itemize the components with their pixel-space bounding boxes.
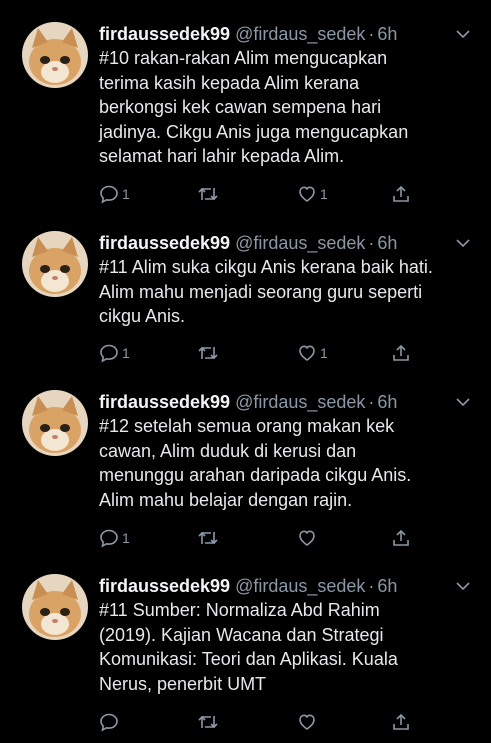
tweet-actions: 1 [99, 526, 424, 550]
display-name[interactable]: firdaussedek99 [99, 233, 230, 253]
share-button[interactable] [391, 526, 411, 550]
reply-count: 1 [122, 186, 130, 202]
like-count: 1 [320, 345, 328, 361]
share-button[interactable] [391, 182, 411, 206]
like-button[interactable] [297, 526, 320, 550]
retweet-icon [198, 715, 218, 729]
separator-dot: · [368, 576, 375, 596]
retweet-icon [198, 187, 218, 201]
retweet-button[interactable] [197, 341, 222, 365]
tweet-text: #10 rakan-rakan Alim mengucapkan terima … [99, 46, 484, 169]
timestamp[interactable]: 6h [377, 233, 397, 253]
cat-avatar-icon [22, 574, 88, 640]
chevron-down-icon[interactable] [455, 394, 471, 410]
display-name[interactable]: firdaussedek99 [99, 24, 230, 44]
tweet-text-line: #12 setelah semua orang makan kek [99, 416, 395, 436]
heart-icon [299, 345, 315, 361]
user-handle[interactable]: @firdaus_sedek [235, 576, 365, 596]
avatar[interactable] [22, 231, 88, 297]
share-button[interactable] [391, 341, 411, 365]
user-handle[interactable]: @firdaus_sedek [235, 24, 365, 44]
tweet-text-line: Komunikasi: Teori dan Aplikasi. Kuala [99, 649, 398, 669]
tweet-actions [99, 710, 424, 734]
timestamp[interactable]: 6h [377, 392, 397, 412]
tweet-header: firdaussedek99 @firdaus_sedek · 6h [99, 390, 479, 414]
separator-dot: · [368, 233, 375, 253]
tweet-text-line: #11 Alim suka cikgu Anis kerana baik hat… [99, 257, 433, 277]
retweet-icon [198, 346, 218, 360]
tweet-text: #11 Alim suka cikgu Anis kerana baik hat… [99, 255, 484, 329]
timestamp[interactable]: 6h [377, 576, 397, 596]
tweet-text-line: #11 Sumber: Normaliza Abd Rahim [99, 600, 380, 620]
timestamp[interactable]: 6h [377, 24, 397, 44]
tweet-text-line: cikgu Anis. [99, 306, 186, 326]
separator-dot: · [368, 24, 375, 44]
tweet-text-line: terima kasih kepada Alim kerana [99, 72, 360, 93]
cat-avatar-icon [22, 231, 88, 297]
tweet-text-line: menunggu arahan daripada cikgu Anis. [99, 465, 412, 485]
retweet-button[interactable] [197, 182, 222, 206]
reply-count: 1 [122, 345, 130, 361]
tweet-header: firdaussedek99 @firdaus_sedek · 6h [99, 22, 479, 46]
tweet-text-line: Alim mahu belajar dengan rajin. [99, 489, 353, 510]
comment-bubble-icon [100, 185, 118, 204]
reply-button[interactable]: 1 [99, 341, 130, 365]
tweet-text-line: cawan, Alim duduk di kerusi dan [99, 440, 357, 461]
retweet-button[interactable] [197, 526, 222, 550]
share-upload-icon [393, 713, 409, 730]
like-count: 1 [320, 186, 328, 202]
avatar[interactable] [22, 390, 88, 456]
avatar[interactable] [22, 574, 88, 640]
share-upload-icon [393, 529, 409, 546]
tweet-feed: firdaussedek99 @firdaus_sedek · 6h #10 raka… [0, 0, 491, 743]
tweet-text: #11 Sumber: Normaliza Abd Rahim (2019). … [99, 598, 484, 696]
heart-icon [299, 186, 315, 202]
tweet-actions: 1 1 [99, 341, 424, 365]
comment-bubble-icon [100, 529, 118, 548]
chevron-down-icon[interactable] [455, 235, 471, 251]
comment-bubble-icon [100, 713, 118, 732]
retweet-icon [198, 531, 218, 545]
cat-avatar-icon [22, 22, 88, 88]
share-button[interactable] [391, 710, 411, 734]
reply-count: 1 [122, 530, 130, 546]
share-upload-icon [393, 344, 409, 361]
tweet-text-line: (2019). Kajian Wacana dan Strategi [99, 624, 384, 645]
share-upload-icon [393, 185, 409, 202]
user-handle[interactable]: @firdaus_sedek [235, 392, 365, 412]
like-button[interactable]: 1 [297, 341, 328, 365]
reply-button[interactable]: 1 [99, 182, 130, 206]
avatar[interactable] [22, 22, 88, 88]
chevron-down-icon[interactable] [455, 578, 471, 594]
display-name[interactable]: firdaussedek99 [99, 576, 230, 596]
tweet-text-line: Nerus, penerbit UMT [99, 673, 267, 694]
tweet-text-line: #10 rakan-rakan Alim mengucapkan [99, 48, 388, 68]
like-button[interactable]: 1 [297, 182, 328, 206]
reply-button[interactable] [99, 710, 122, 734]
tweet-header: firdaussedek99 @firdaus_sedek · 6h [99, 231, 479, 255]
reply-button[interactable]: 1 [99, 526, 130, 550]
cat-avatar-icon [22, 390, 88, 456]
user-handle[interactable]: @firdaus_sedek [235, 233, 365, 253]
like-button[interactable] [297, 710, 320, 734]
tweet-text-line: Alim mahu menjadi seorang guru seperti [99, 281, 423, 302]
tweet-text-line: berkongsi kek cawan sempena hari [99, 97, 382, 117]
tweet-text-line: jadinya. Cikgu Anis juga mengucapkan [99, 121, 409, 142]
heart-icon [299, 530, 315, 546]
chevron-down-icon[interactable] [455, 26, 471, 42]
separator-dot: · [368, 392, 375, 412]
tweet-actions: 1 1 [99, 182, 424, 206]
tweet-header: firdaussedek99 @firdaus_sedek · 6h [99, 574, 479, 598]
heart-icon [299, 714, 315, 730]
tweet-text-line: selamat hari lahir kepada Alim. [99, 146, 345, 166]
comment-bubble-icon [100, 344, 118, 363]
display-name[interactable]: firdaussedek99 [99, 392, 230, 412]
retweet-button[interactable] [197, 710, 222, 734]
tweet-text: #12 setelah semua orang makan kek cawan,… [99, 414, 484, 512]
